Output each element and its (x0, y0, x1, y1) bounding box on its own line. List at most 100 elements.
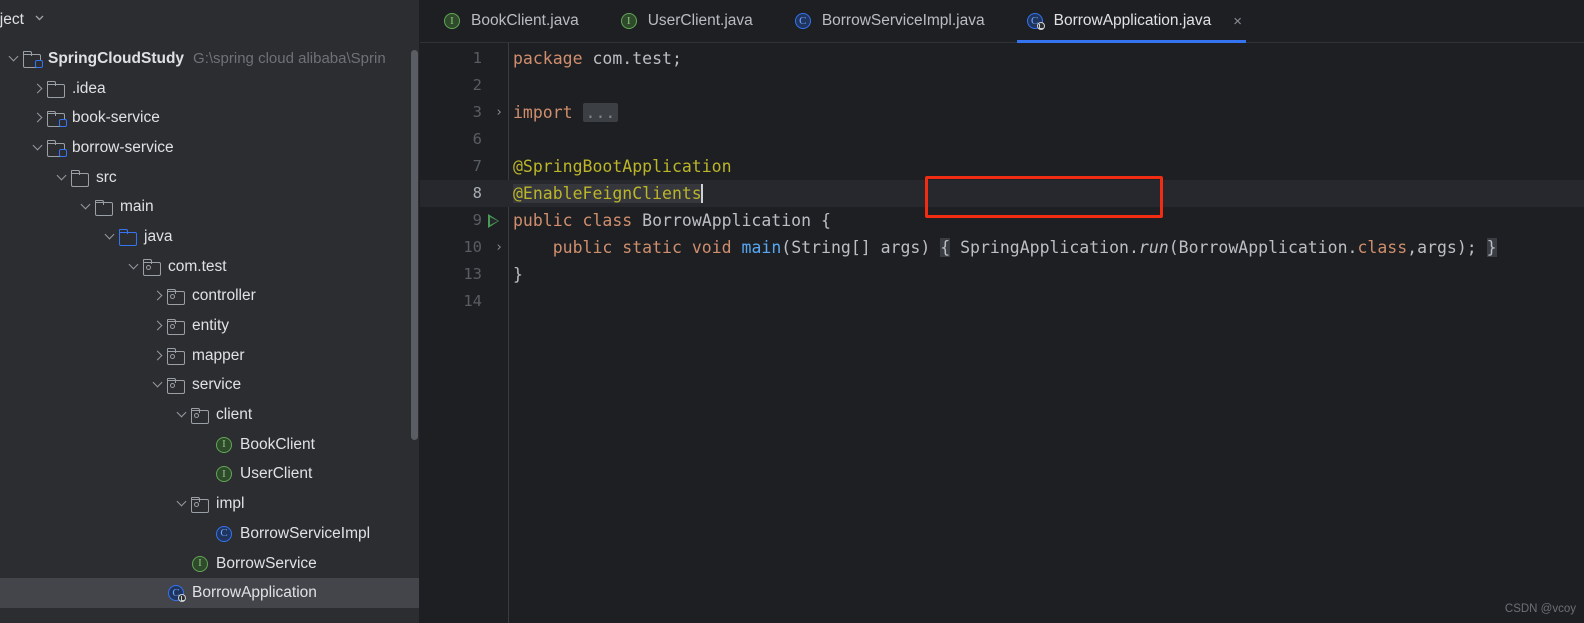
chevron-down-icon[interactable] (30, 140, 46, 156)
module-folder-icon (46, 109, 67, 128)
folder-icon (70, 169, 90, 187)
code-text: public class BorrowApplication { (513, 211, 831, 230)
tree-node-label: UserClient (240, 465, 313, 483)
tree-node-label: borrow-service (72, 138, 174, 156)
editor-line-3[interactable]: 3 › import ... (420, 99, 1584, 126)
chevron-down-icon[interactable] (6, 51, 22, 67)
editor-line-13[interactable]: 13} (420, 261, 1584, 288)
module-badge-icon (59, 148, 67, 157)
chevron-down-icon[interactable] (126, 259, 142, 275)
text-caret (700, 184, 703, 203)
editor-line-8[interactable]: 8 @EnableFeignClients (420, 180, 1584, 207)
chevron-down-icon[interactable] (150, 377, 166, 393)
project-panel-title: roject (0, 11, 24, 28)
editor-tab-userclient[interactable]: I UserClient.java (597, 0, 771, 43)
tree-node-label: BookClient (240, 435, 315, 453)
editor-tab-borrowapplication[interactable]: C BorrowApplication.java × (1003, 0, 1260, 43)
tree-node-java[interactable]: java (0, 222, 420, 252)
editor-line-6[interactable]: 6 (420, 126, 1584, 153)
chevron-right-icon[interactable] (150, 288, 166, 304)
editor-tab-borrowserviceimpl[interactable]: C BorrowServiceImpl.java (771, 0, 1003, 43)
spring-badge-icon (178, 594, 186, 603)
chevron-down-icon[interactable] (78, 199, 94, 215)
tree-node-client[interactable]: client (0, 400, 420, 430)
tree-node-springcloudstudy[interactable]: SpringCloudStudy G:\spring cloud alibaba\… (0, 44, 420, 74)
folder-icon (46, 80, 66, 98)
tree-node-userclient[interactable]: I UserClient (0, 460, 420, 490)
chevron-right-icon[interactable] (30, 110, 46, 126)
tree-node-label: java (144, 227, 173, 245)
tree-node-borrowservice[interactable]: I BorrowService (0, 549, 420, 579)
project-panel-header[interactable]: roject (0, 0, 420, 40)
editor-area: I BookClient.java I UserClient.java C BorrowS… (420, 0, 1584, 623)
fold-toggle-icon[interactable]: › (492, 99, 506, 126)
tree-node-label: mapper (192, 346, 245, 364)
tree-node-label: src (96, 168, 117, 186)
tree-node-label: client (216, 406, 253, 424)
tree-node-label: main (120, 198, 154, 216)
editor-line-14[interactable]: 14 (420, 288, 1584, 315)
line-number: 10 (463, 238, 482, 256)
folded-import[interactable]: ... (582, 103, 619, 122)
chevron-right-icon[interactable] (30, 81, 46, 97)
run-gutter-icon[interactable] (488, 214, 499, 228)
tree-node-com-test[interactable]: com.test (0, 252, 420, 282)
tree-node-label: BorrowService (216, 554, 317, 572)
package-dot-icon (194, 413, 199, 419)
line-number: 2 (472, 76, 482, 94)
watermark: CSDN @vcoy (1504, 603, 1576, 615)
tree-node-borrowapplication[interactable]: C BorrowApplication (0, 578, 420, 609)
package-dot-icon (194, 502, 199, 508)
tree-node-bookclient[interactable]: I BookClient (0, 430, 420, 460)
editor-line-1[interactable]: 1 package com.test; (420, 45, 1584, 72)
code-text: @SpringBootApplication (513, 157, 732, 176)
editor-line-2[interactable]: 2 (420, 72, 1584, 99)
editor-line-9[interactable]: 9 public class BorrowApplication { (420, 207, 1584, 234)
module-folder-icon (22, 50, 43, 68)
project-tree[interactable]: SpringCloudStudy G:\spring cloud alibaba\… (0, 40, 420, 609)
module-folder-icon (46, 139, 67, 157)
close-icon[interactable]: × (1233, 14, 1242, 29)
editor-line-7[interactable]: 7 @SpringBootApplication (420, 153, 1584, 180)
tree-node-service[interactable]: service (0, 371, 420, 401)
editor-line-10[interactable]: 10 › public static void main(String[] arg… (420, 234, 1584, 261)
chevron-down-icon[interactable] (33, 11, 46, 29)
code-text: } (513, 265, 523, 284)
chevron-down-icon[interactable] (174, 407, 190, 423)
tree-node-label: controller (192, 287, 256, 305)
tree-node-entity[interactable]: entity (0, 311, 420, 341)
tree-node-borrow-service[interactable]: borrow-service (0, 133, 420, 163)
chevron-down-icon[interactable] (54, 170, 70, 186)
tree-node-book-service[interactable]: book-service (0, 103, 420, 133)
spring-class-icon: C (1025, 12, 1045, 30)
source-root-folder-icon (118, 228, 138, 246)
tree-node--idea[interactable]: .idea (0, 74, 420, 104)
tree-node-mapper[interactable]: mapper (0, 341, 420, 371)
tree-node-impl[interactable]: impl (0, 489, 420, 519)
chevron-down-icon[interactable] (174, 496, 190, 512)
line-number: 7 (472, 157, 482, 175)
sidebar-scrollbar[interactable] (411, 50, 418, 440)
tree-node-borrowserviceimpl[interactable]: C BorrowServiceImpl (0, 519, 420, 549)
chevron-right-icon[interactable] (150, 318, 166, 334)
tree-node-main[interactable]: main (0, 192, 420, 222)
ide-window: roject SpringCloudStudy G:\spring cloud a… (0, 0, 1584, 623)
tree-node-label: book-service (72, 109, 160, 127)
chevron-down-icon[interactable] (102, 229, 118, 245)
code-editor[interactable]: 1 package com.test; 2 3 › import ... 6 7 @Spring… (420, 43, 1584, 623)
editor-tab-bookclient[interactable]: I BookClient.java (420, 0, 597, 43)
module-badge-icon (35, 59, 43, 68)
fold-toggle-icon[interactable]: › (492, 234, 506, 261)
tree-node-src[interactable]: src (0, 163, 420, 193)
chevron-right-icon[interactable] (150, 348, 166, 364)
tree-node-controller[interactable]: controller (0, 282, 420, 312)
tree-node-label: .idea (72, 79, 106, 97)
project-tool-window: roject SpringCloudStudy G:\spring cloud a… (0, 0, 420, 623)
editor-tab-label: BorrowServiceImpl.java (821, 12, 985, 29)
interface-icon: I (190, 555, 210, 573)
spring-badge-icon (1036, 22, 1045, 30)
